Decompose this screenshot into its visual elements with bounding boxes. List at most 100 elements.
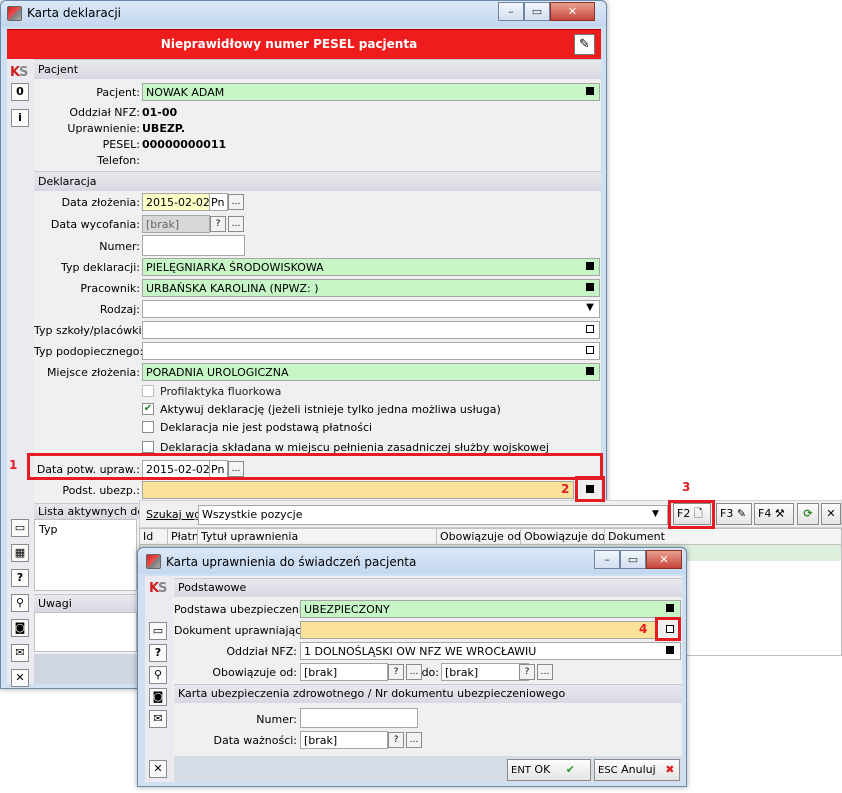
data-wycofania-picker-button[interactable]: … (228, 216, 244, 232)
calculator-icon[interactable]: ▦ (11, 544, 29, 562)
chk-profilaktyka-label: Profilaktyka fluorkowa (160, 385, 282, 398)
cancel-x-icon: ✖ (665, 763, 675, 776)
zero-badge-button[interactable]: 0 (11, 83, 29, 101)
monitor-icon[interactable]: ▭ (11, 519, 29, 537)
annotation-box-1 (27, 453, 603, 480)
podst-ubezp-field[interactable] (142, 481, 574, 499)
szukaj-dropdown-arrow-icon[interactable]: ▼ (652, 509, 659, 519)
miejsce-field[interactable]: PORADNIA UROLOGICZNA (142, 363, 600, 381)
refresh-button[interactable]: ⟳ (797, 503, 819, 525)
dialog-section-podstawowe: Podstawowe (174, 578, 682, 597)
dialog-help-icon[interactable]: ? (149, 644, 167, 662)
dialog-close-x-icon[interactable]: ✕ (149, 760, 167, 778)
typ-deklaracji-field[interactable]: PIELĘGNIARKA ŚRODOWISKOWA (142, 258, 600, 276)
uwagi-field[interactable] (34, 612, 137, 652)
data-waznosci-label: Data ważności: (213, 734, 297, 747)
data-zlozenia-field[interactable]: 2015-02-02 (142, 193, 210, 211)
obowiazuje-od-label: Obowiązuje od: (212, 666, 297, 679)
main-window-title: Karta deklaracji (27, 6, 122, 20)
dialog-numer-field[interactable] (300, 708, 418, 728)
f3-edit-button[interactable]: F3 ✎ (716, 503, 752, 525)
chk-nie-podstawa[interactable] (142, 421, 154, 433)
chk-aktywuj[interactable]: ✔ (142, 403, 154, 415)
data-waznosci-field[interactable]: [brak] (300, 731, 388, 749)
dialog-oddzial-field[interactable]: 1 DOLNOŚLĄSKI OW NFZ WE WROCŁAWIU (300, 642, 681, 660)
typ-deklaracji-label: Typ deklaracji: (60, 261, 140, 274)
delete-button[interactable]: ✕ (821, 503, 841, 525)
dialog-close-button[interactable]: ✕ (646, 550, 682, 569)
typ-deklaracji-select-button[interactable] (582, 259, 598, 275)
dialog-minimize-button[interactable]: – (594, 550, 620, 569)
section-pacjent: Pacjent (34, 59, 601, 79)
telefon-label: Telefon: (97, 154, 140, 167)
col-platn[interactable]: Płatn (168, 529, 198, 545)
lista-label: Lista aktywnych dekl (38, 505, 154, 518)
data-zlozenia-picker-button[interactable]: … (228, 194, 244, 210)
dialog-mail-icon[interactable]: ✉ (149, 710, 167, 728)
maximize-button[interactable]: ▭ (524, 2, 550, 21)
obowiazuje-od-field[interactable]: [brak] (300, 663, 388, 681)
pacjent-select-button[interactable] (582, 84, 598, 100)
chk-sluzba[interactable] (142, 441, 154, 453)
camera-icon[interactable]: ◙ (11, 619, 29, 637)
lista-left-panel: Typ (34, 519, 137, 591)
data-wycofania-help-button[interactable]: ? (210, 216, 226, 232)
close-button[interactable]: ✕ (550, 2, 595, 21)
col-id[interactable]: Id (140, 529, 168, 545)
ok-button[interactable]: ENT OK ✔ (507, 759, 591, 781)
typ-szkoly-select-button[interactable] (582, 322, 598, 338)
main-titlebar[interactable]: Karta deklaracji – ▭ ✕ (1, 1, 606, 27)
waznosci-help-button[interactable]: ? (388, 732, 404, 748)
pesel-value: 00000000011 (142, 138, 227, 151)
col-od[interactable]: Obowiązuje od (437, 529, 521, 545)
error-banner: Nieprawidłowy numer PESEL pacjenta ✎ (7, 29, 601, 59)
podstawa-select-button[interactable] (662, 601, 678, 617)
dialog-maximize-button[interactable]: ▭ (620, 550, 646, 569)
typ-szkoly-field[interactable] (142, 321, 600, 339)
pracownik-field[interactable]: URBAŃSKA KAROLINA (NPWZ: ) (142, 279, 600, 297)
help-icon[interactable]: ? (11, 569, 29, 587)
typ-podopiecznego-field[interactable] (142, 342, 600, 360)
dialog-search-icon[interactable]: ⚲ (149, 666, 167, 684)
pacjent-field[interactable]: NOWAK ADAM (142, 83, 600, 101)
f4-tools-button[interactable]: F4 ⚒ (754, 503, 794, 525)
cancel-button[interactable]: ESC Anuluj ✖ (594, 759, 680, 781)
col-do[interactable]: Obowiązuje do (521, 529, 605, 545)
edit-note-button[interactable]: ✎ (574, 34, 595, 55)
data-wycofania-label: Data wycofania: (50, 218, 140, 231)
szukaj-label: Szukaj wg: (146, 508, 205, 521)
annotation-number-4: 4 (639, 622, 648, 636)
szukaj-dropdown[interactable]: Wszystkie pozycje (198, 505, 668, 525)
search-icon[interactable]: ⚲ (11, 594, 29, 612)
rodzaj-dropdown-arrow-icon[interactable]: ▼ (582, 301, 598, 317)
rodzaj-dropdown[interactable] (142, 300, 600, 318)
od-help-button[interactable]: ? (388, 664, 404, 680)
obowiazuje-do-field[interactable]: [brak] (441, 663, 529, 681)
dialog-titlebar[interactable]: Karta uprawnienia do świadczeń pacjenta … (138, 548, 686, 574)
info-icon[interactable]: i (11, 109, 29, 127)
podstawa-label: Podstawa ubezpieczenia: (174, 603, 313, 616)
podstawa-field[interactable]: UBEZPIECZONY (300, 600, 681, 618)
numer-field[interactable] (142, 235, 245, 256)
dialog-camera-icon[interactable]: ◙ (149, 688, 167, 706)
col-dokument[interactable]: Dokument (605, 529, 841, 545)
miejsce-select-button[interactable] (582, 364, 598, 380)
waznosci-picker-button[interactable]: … (406, 732, 422, 748)
dokument-field[interactable] (300, 621, 656, 639)
oddzial-value: 01-00 (142, 106, 178, 119)
col-tytul[interactable]: Tytuł uprawnienia (198, 529, 437, 545)
dialog-monitor-icon[interactable]: ▭ (149, 622, 167, 640)
close-x-icon[interactable]: ✕ (11, 669, 29, 687)
rodzaj-label: Rodzaj: (99, 303, 140, 316)
do-picker-button[interactable]: … (537, 664, 553, 680)
mail-icon[interactable]: ✉ (11, 644, 29, 662)
typ-podopiecznego-select-button[interactable] (582, 343, 598, 359)
uprawnienie-label: Uprawnienie: (67, 122, 140, 135)
data-wycofania-field[interactable]: [brak] (142, 215, 210, 233)
chk-profilaktyka[interactable] (142, 385, 154, 397)
pracownik-select-button[interactable] (582, 280, 598, 296)
minimize-button[interactable]: – (498, 2, 524, 21)
do-help-button[interactable]: ? (519, 664, 535, 680)
annotation-number-2: 2 (561, 482, 570, 496)
dialog-oddzial-select-button[interactable] (662, 643, 678, 659)
